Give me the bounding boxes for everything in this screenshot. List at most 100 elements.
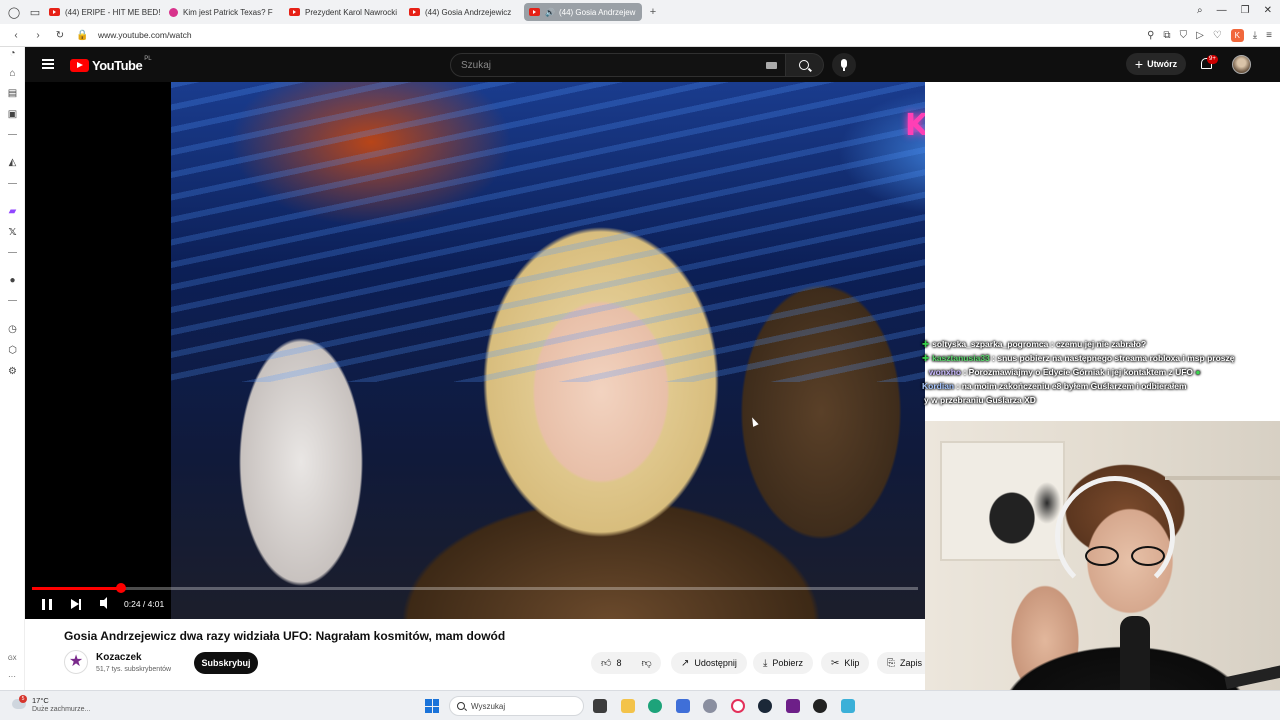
- channel-avatar[interactable]: ★: [64, 650, 88, 674]
- thumbs-down-icon[interactable]: 👎︎: [641, 657, 651, 669]
- x-icon[interactable]: 𝕏: [6, 226, 19, 239]
- app-a-icon[interactable]: ◭: [6, 156, 19, 169]
- progress-bar[interactable]: [32, 583, 918, 593]
- music-icon[interactable]: ▤: [6, 87, 19, 100]
- temperature[interactable]: 17°C: [32, 696, 49, 705]
- more-icon[interactable]: ···: [8, 672, 16, 681]
- speaker-icon[interactable]: 🔊: [545, 8, 555, 17]
- clock-icon[interactable]: ◷: [6, 323, 19, 336]
- progress-scrubber[interactable]: [115, 583, 126, 593]
- steam-icon[interactable]: [758, 699, 772, 713]
- tab-patrick-texas[interactable]: Kim jest Patrick Texas? F: [164, 3, 282, 21]
- youtube-icon: [289, 8, 300, 16]
- youtube-header: YouTube PL Szukaj + Utwórz 9+: [25, 47, 1280, 82]
- wall-frame: [940, 441, 1067, 568]
- notepad-icon[interactable]: [841, 699, 855, 713]
- back-icon[interactable]: ‹: [10, 30, 22, 41]
- volume-icon[interactable]: [100, 597, 107, 609]
- address-bar: ‹ › ↻ 🔒 www.youtube.com/watch ⚲ ⧉ ⛉ ▷ ♡ …: [0, 24, 1280, 47]
- extensions-icon[interactable]: ⬡: [6, 344, 19, 357]
- minimize-icon[interactable]: —: [1217, 5, 1227, 16]
- chat-message: ✚ soltyska_szparka_pogromca : czemu jej n…: [922, 339, 1147, 349]
- youtube-icon: [529, 8, 540, 16]
- task-view-icon[interactable]: [593, 699, 607, 713]
- youtube-icon: [409, 8, 420, 16]
- profile-avatar[interactable]: K: [1230, 29, 1244, 42]
- sidebar-divider: [8, 300, 17, 301]
- hamburger-menu-icon[interactable]: [42, 59, 54, 69]
- play-icon[interactable]: ▷: [1196, 30, 1204, 41]
- tab-gosia-active[interactable]: 🔊 (44) Gosia Andrzejew: [524, 3, 642, 21]
- url-field[interactable]: www.youtube.com/watch: [98, 30, 192, 40]
- new-tab-button[interactable]: +: [647, 6, 659, 18]
- windows-start-icon[interactable]: [425, 699, 439, 713]
- search-tabs-icon[interactable]: ⌕: [1197, 5, 1203, 16]
- nzxt-icon[interactable]: [786, 699, 800, 713]
- country-code: PL: [144, 56, 152, 62]
- shield-icon[interactable]: ⛉: [1180, 30, 1188, 41]
- keyboard-icon[interactable]: [766, 62, 777, 69]
- settings-app-icon[interactable]: [703, 699, 717, 713]
- channel-name[interactable]: Kozaczek: [96, 652, 142, 663]
- search-icon: [457, 702, 465, 710]
- account-avatar[interactable]: [1232, 55, 1251, 74]
- forward-icon[interactable]: ›: [32, 30, 44, 41]
- snapshot-icon[interactable]: ⧉: [1163, 30, 1170, 41]
- thumbs-up-icon[interactable]: 👍︎: [601, 657, 611, 669]
- sidebar-divider: [8, 134, 17, 135]
- reload-icon[interactable]: ↻: [54, 30, 66, 41]
- history-icon[interactable]: ◔: [6, 47, 19, 60]
- opera-gx-icon[interactable]: [731, 699, 745, 713]
- like-count[interactable]: 8: [616, 658, 621, 668]
- wallet-icon[interactable]: ⌂: [6, 67, 19, 80]
- save-button[interactable]: ⎘ Zapis: [877, 652, 925, 674]
- download-icon[interactable]: ⤓: [1253, 30, 1257, 41]
- weather-condition[interactable]: Duże zachmurze...: [32, 706, 90, 713]
- obs-icon[interactable]: [813, 699, 827, 713]
- pause-button[interactable]: [42, 599, 52, 610]
- search-input[interactable]: Szukaj: [450, 53, 786, 77]
- taskbar-search[interactable]: Wyszukaj: [449, 696, 584, 716]
- video-player[interactable]: KOZACZEK 0:24 / 4:01: [25, 82, 925, 619]
- settings-icon[interactable]: ⚙: [6, 365, 19, 378]
- stage-lights: [171, 82, 925, 382]
- search-button[interactable]: [786, 53, 824, 77]
- edge-icon[interactable]: [648, 699, 662, 713]
- next-button[interactable]: [71, 598, 81, 610]
- lock-icon[interactable]: 🔒: [76, 30, 88, 41]
- tab-overview-icon[interactable]: ▭: [28, 5, 42, 19]
- create-button[interactable]: + Utwórz: [1126, 53, 1186, 75]
- tab-gosia-1[interactable]: (44) Gosia Andrzejewicz: [404, 3, 522, 21]
- youtube-icon: [49, 8, 60, 16]
- download-button[interactable]: ⤓ Pobierz: [753, 652, 813, 674]
- mail-icon[interactable]: [676, 699, 690, 713]
- opera-menu-icon[interactable]: ◯: [7, 5, 21, 19]
- file-explorer-icon[interactable]: [621, 699, 635, 713]
- share-icon: ↗: [681, 657, 690, 669]
- sidebar-divider: [8, 183, 17, 184]
- voice-search-button[interactable]: [832, 53, 856, 77]
- search-placeholder: Szukaj: [461, 60, 492, 71]
- tab-eripe[interactable]: (44) ERIPE - HIT ME BED!: [44, 3, 162, 21]
- screen: ◯ ▭ (44) ERIPE - HIT ME BED! Kim jest Pa…: [0, 0, 1280, 720]
- messenger-icon[interactable]: ▣: [6, 108, 19, 121]
- close-icon[interactable]: ✕: [1264, 5, 1272, 16]
- bookmark-icon: ⎘: [887, 657, 895, 669]
- wall-art: [972, 473, 1067, 568]
- youtube-logo[interactable]: YouTube PL: [70, 56, 152, 73]
- pin-icon[interactable]: ⚲: [1147, 30, 1154, 41]
- menu-icon[interactable]: ≡: [1266, 30, 1272, 41]
- frog-emote-icon: ●: [1195, 367, 1201, 377]
- toolbar-icons: ⚲ ⧉ ⛉ ▷ ♡ K ⤓ ≡: [1147, 29, 1272, 42]
- share-button[interactable]: ↗ Udostępnij: [671, 652, 747, 674]
- heart-icon[interactable]: ♡: [1213, 30, 1222, 41]
- taskbar-search-label: Wyszukaj: [471, 702, 506, 711]
- tab-nawrocki[interactable]: Prezydent Karol Nawrocki: [284, 3, 402, 21]
- spotify-icon[interactable]: ●: [6, 274, 19, 287]
- clip-button[interactable]: ✂ Klip: [821, 652, 870, 674]
- twitch-icon[interactable]: ▰: [6, 205, 19, 218]
- video-info: Gosia Andrzejewicz dwa razy widziała UFO…: [25, 619, 925, 690]
- subscribe-button[interactable]: Subskrybuj: [194, 652, 258, 674]
- restore-icon[interactable]: ❐: [1241, 5, 1250, 16]
- youtube-play-icon: [70, 58, 89, 72]
